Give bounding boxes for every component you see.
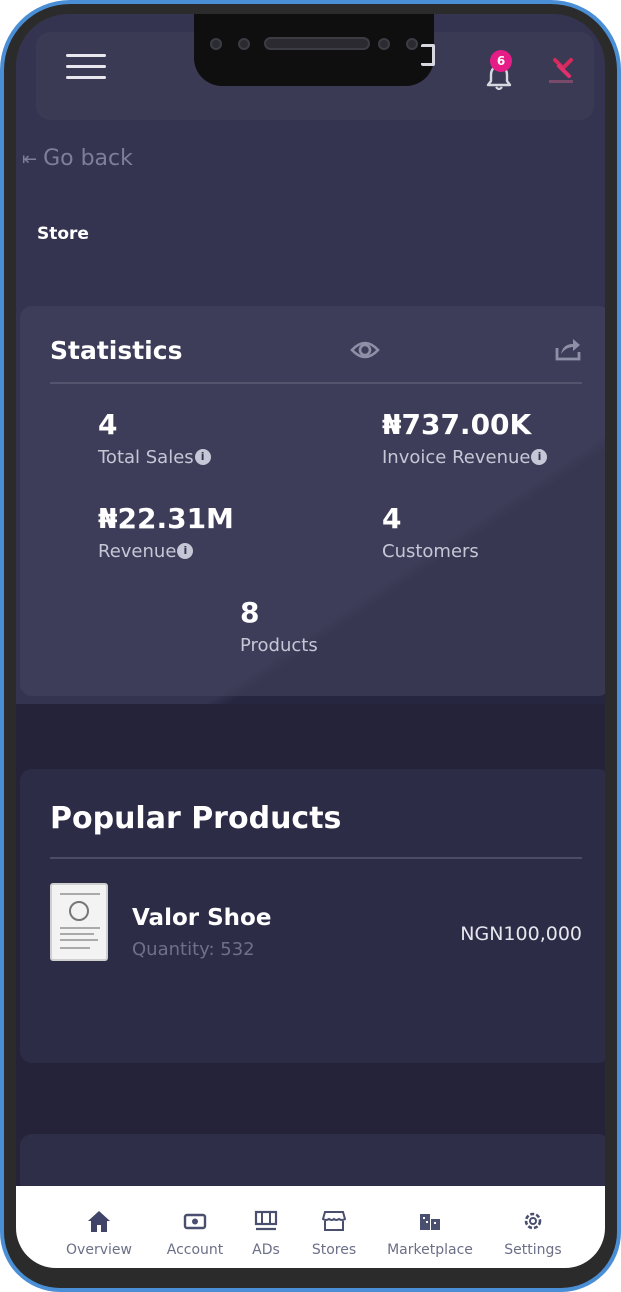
stat-label: Total Sales <box>98 447 194 468</box>
phone-frame: 6 ⇤ Go back Store Statistics 4 Total Sal… <box>4 4 617 1288</box>
buildings-icon <box>382 1208 478 1234</box>
nav-label: Account <box>166 1242 224 1258</box>
device-notch <box>194 14 434 86</box>
billboard-icon <box>238 1208 294 1234</box>
statistics-title: Statistics <box>50 336 183 365</box>
notch-speaker <box>264 37 370 50</box>
info-icon[interactable]: i <box>177 543 194 559</box>
nav-label: Marketplace <box>387 1242 473 1258</box>
stat-label: Revenue <box>98 541 177 562</box>
statistics-card: Statistics 4 Total Sales i ₦737.00K Invo… <box>20 306 605 696</box>
popular-products-card: Popular Products Valor Shoe Quantity: 53… <box>20 769 605 1063</box>
stat-value: ₦737.00K <box>382 408 532 441</box>
stat-total-sales: 4 Total Sales i <box>98 408 211 468</box>
nav-label: Settings <box>504 1242 562 1258</box>
next-section-card <box>20 1134 605 1194</box>
eye-icon[interactable] <box>350 338 380 362</box>
scan-icon[interactable] <box>421 44 435 66</box>
notch-sensor-dot <box>378 38 390 50</box>
stat-label: Products <box>240 635 318 656</box>
stat-value: 4 <box>98 408 118 441</box>
product-list-item[interactable]: Valor Shoe Quantity: 532 NGN100,000 <box>50 883 582 963</box>
popular-products-title: Popular Products <box>50 801 342 836</box>
stat-customers: 4 Customers <box>382 502 479 562</box>
go-back-link[interactable]: ⇤ Go back <box>22 146 133 171</box>
stat-value: ₦22.31M <box>98 502 234 535</box>
notch-camera-dot <box>210 38 222 50</box>
nav-item-ads[interactable]: ADs <box>238 1208 294 1258</box>
product-quantity: Quantity: 532 <box>132 939 255 960</box>
wallet-icon <box>160 1208 230 1234</box>
phone-frame-outer: 6 ⇤ Go back Store Statistics 4 Total Sal… <box>0 0 621 1292</box>
stat-label: Customers <box>382 541 479 562</box>
nav-label: ADs <box>252 1242 280 1258</box>
stat-revenue: ₦22.31M Revenue i <box>98 502 234 562</box>
nav-item-account[interactable]: Account <box>160 1208 230 1258</box>
go-back-label: Go back <box>43 146 133 171</box>
nav-item-overview[interactable]: Overview <box>64 1208 134 1258</box>
nav-item-stores[interactable]: Stores <box>302 1208 366 1258</box>
page-title: Store <box>37 224 89 244</box>
hamburger-menu-icon[interactable] <box>66 54 106 80</box>
nav-label: Stores <box>311 1242 357 1258</box>
nav-item-marketplace[interactable]: Marketplace <box>382 1208 478 1258</box>
export-share-icon[interactable] <box>554 334 582 362</box>
product-name: Valor Shoe <box>132 905 272 931</box>
notification-bell-icon[interactable]: 6 <box>484 50 514 92</box>
notch-sensor-dot <box>238 38 250 50</box>
info-icon[interactable]: i <box>194 449 211 465</box>
stat-value: 4 <box>382 502 402 535</box>
info-icon[interactable]: i <box>531 449 548 465</box>
bottom-navigation-bar: Overview Account ADs Stores Marketplace … <box>16 1186 605 1268</box>
stat-products: 8 Products <box>240 596 318 656</box>
brand-logo[interactable] <box>541 54 581 90</box>
product-price: NGN100,000 <box>460 923 582 945</box>
product-thumbnail <box>50 883 108 961</box>
popular-products-divider <box>50 857 582 859</box>
stat-label: Invoice Revenue <box>382 447 531 468</box>
notch-sensor-dot <box>406 38 418 50</box>
statistics-divider <box>50 382 582 384</box>
stat-value: 8 <box>240 596 260 629</box>
nav-label: Overview <box>66 1242 132 1258</box>
home-icon <box>64 1208 134 1234</box>
storefront-icon <box>302 1208 366 1234</box>
notification-count-badge: 6 <box>490 50 512 72</box>
nav-item-settings[interactable]: Settings <box>498 1208 568 1258</box>
stat-invoice-revenue: ₦737.00K Invoice Revenue i <box>382 408 548 468</box>
app-screen: 6 ⇤ Go back Store Statistics 4 Total Sal… <box>16 14 605 1268</box>
back-arrow-icon: ⇤ <box>22 149 38 170</box>
gear-icon <box>498 1208 568 1234</box>
